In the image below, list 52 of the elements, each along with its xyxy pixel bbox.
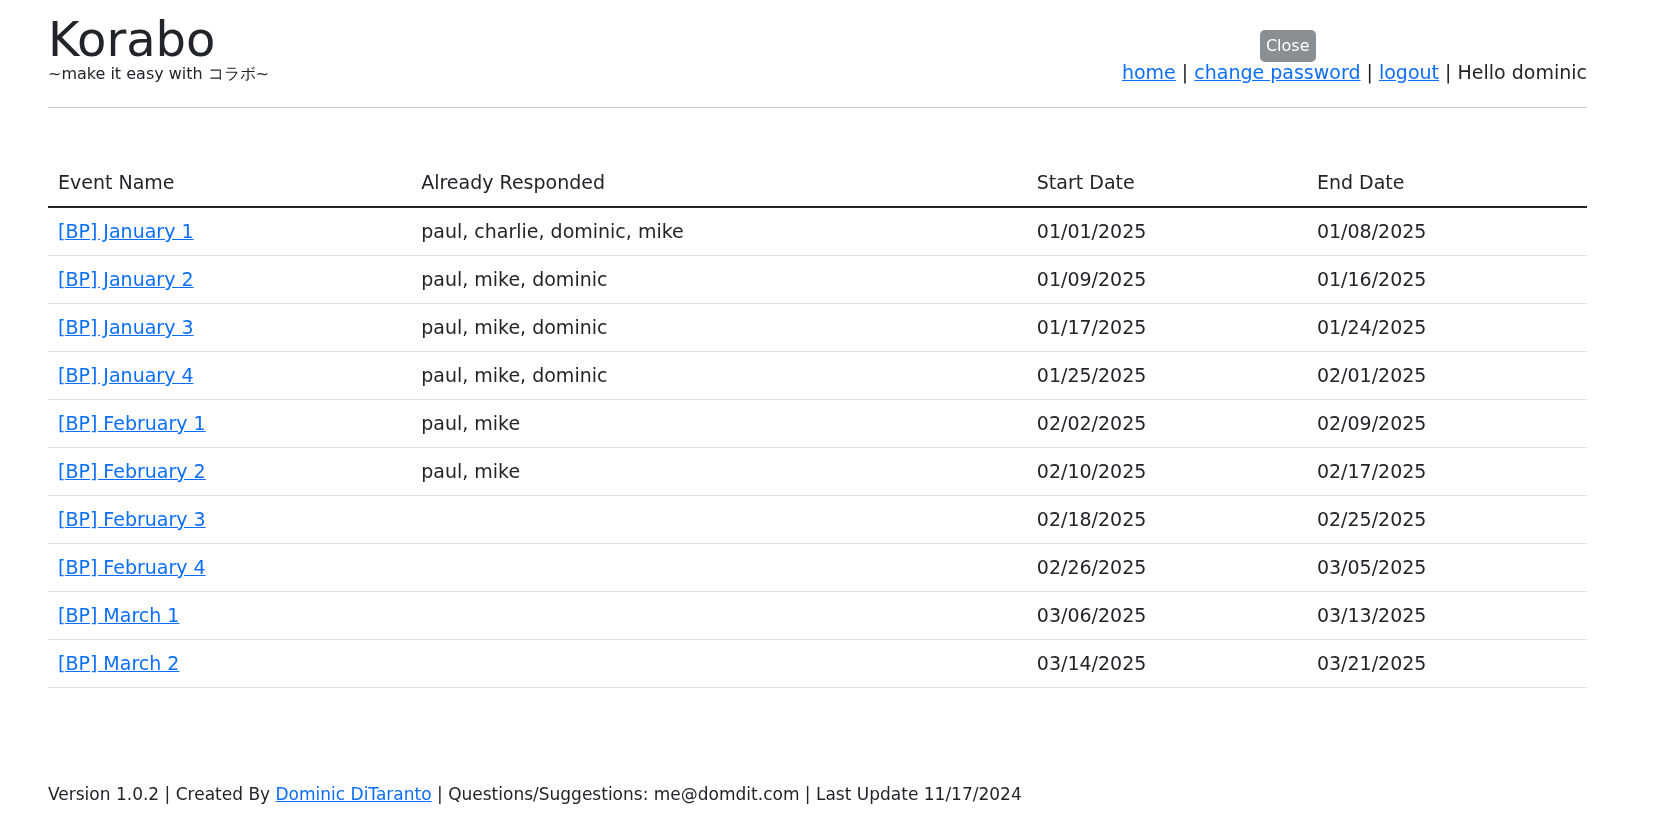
column-header: Start Date (1026, 160, 1307, 207)
event-link[interactable]: [BP] February 4 (58, 556, 206, 578)
table-cell: 01/17/2025 (1026, 303, 1307, 352)
column-header: Already Responded (411, 160, 1027, 207)
event-link[interactable]: [BP] January 1 (58, 220, 194, 242)
table-cell: 03/06/2025 (1026, 591, 1307, 640)
table-cell: 02/25/2025 (1306, 495, 1587, 544)
separator: | (1366, 61, 1373, 83)
table-cell: 02/17/2025 (1306, 447, 1587, 496)
nav-link[interactable]: change password (1194, 61, 1361, 83)
event-link[interactable]: [BP] January 3 (58, 316, 194, 338)
nav-link[interactable]: home (1121, 61, 1176, 83)
table-cell: paul, mike (411, 399, 1027, 448)
event-link[interactable]: [BP] March 1 (58, 604, 180, 626)
table-cell: 01/08/2025 (1306, 207, 1587, 256)
table-cell: 02/09/2025 (1306, 399, 1587, 448)
event-link[interactable]: [BP] February 3 (58, 508, 206, 530)
table-cell: paul, mike, dominic (411, 255, 1027, 304)
nav-link[interactable]: logout (1378, 61, 1440, 83)
table-cell: paul, mike, dominic (411, 351, 1027, 400)
column-header: Event Name (48, 160, 412, 207)
footer-text: Version 1.0.2 | Created By Dominic DiTaranto | Questions/Suggestions: me@domdit.com | Last Update 11/17/2024 (48, 784, 1023, 804)
event-link[interactable]: [BP] March 2 (58, 652, 180, 674)
separator: | (1445, 61, 1452, 83)
table-cell: 03/13/2025 (1306, 591, 1587, 640)
table-cell: 01/16/2025 (1306, 255, 1587, 304)
table-cell: 01/01/2025 (1026, 207, 1307, 256)
site-title: Korabo (48, 14, 217, 64)
author-link[interactable]: Dominic DiTaranto (275, 784, 432, 804)
table-cell: paul, charlie, dominic, mike (411, 207, 1027, 256)
table-cell: 01/24/2025 (1306, 303, 1587, 352)
table-cell: paul, mike (411, 447, 1027, 496)
event-link[interactable]: [BP] February 2 (58, 460, 206, 482)
table-cell: 02/10/2025 (1026, 447, 1307, 496)
event-link[interactable]: [BP] January 4 (58, 364, 194, 386)
table-cell: paul, mike, dominic (411, 303, 1027, 352)
table-cell: 03/05/2025 (1306, 543, 1587, 592)
event-link[interactable]: [BP] January 2 (58, 268, 194, 290)
table-cell: 03/14/2025 (1026, 639, 1307, 688)
separator: | (1181, 61, 1189, 83)
table-cell: 03/21/2025 (1306, 639, 1587, 688)
table-cell: 01/25/2025 (1026, 351, 1307, 400)
column-header: End Date (1306, 160, 1587, 207)
table-cell: 02/18/2025 (1026, 495, 1307, 544)
table-cell: 02/02/2025 (1026, 399, 1307, 448)
greeting-text: Hello dominic (1457, 61, 1587, 83)
table-cell: 02/26/2025 (1026, 543, 1307, 592)
table-cell: 02/01/2025 (1306, 351, 1587, 400)
table-cell: 01/09/2025 (1026, 255, 1307, 304)
event-link[interactable]: [BP] February 1 (58, 412, 206, 434)
tagline: ~make it easy with コラボ~ (48, 64, 270, 84)
tooltip: Close (1259, 30, 1316, 62)
